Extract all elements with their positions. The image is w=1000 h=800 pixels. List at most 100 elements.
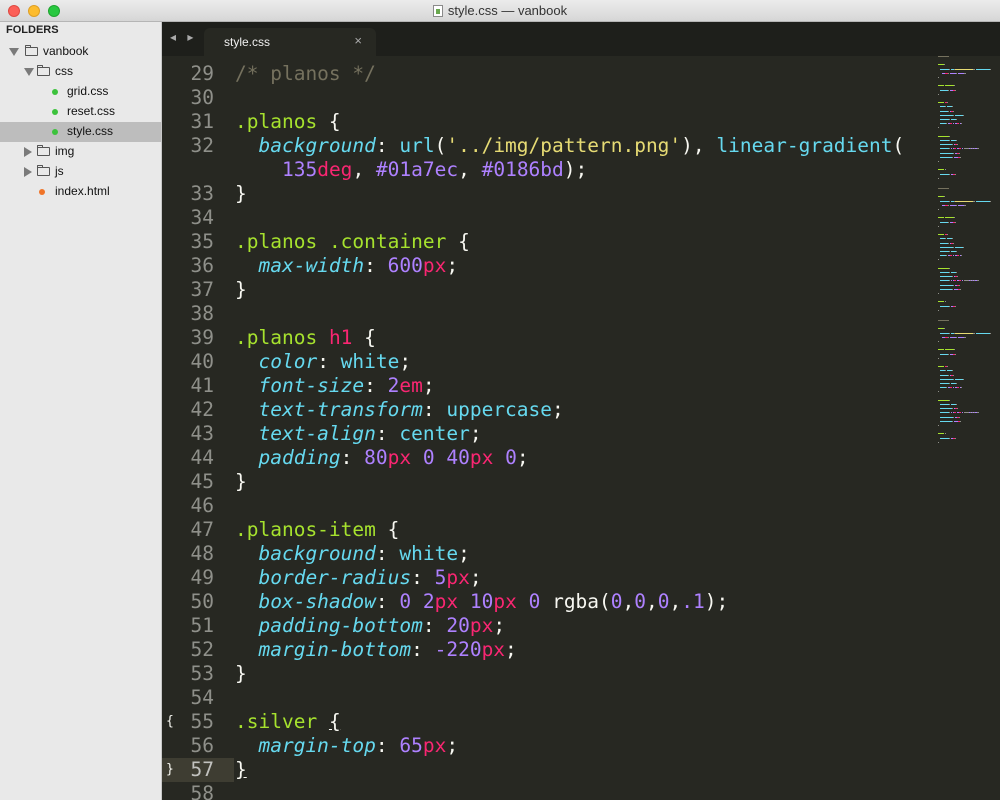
line-number-text: 49 <box>190 566 214 589</box>
code-token: .planos <box>235 326 318 349</box>
sidebar-item-vanbook[interactable]: vanbook <box>0 42 161 62</box>
code-token: : <box>317 350 341 373</box>
code-line[interactable]: } <box>235 758 247 782</box>
minimap-mark <box>952 420 953 422</box>
sidebar-item-css[interactable]: css <box>0 62 161 82</box>
code-line[interactable]: /* planos */ <box>235 62 376 86</box>
minimap-mark <box>938 441 939 443</box>
minimap-mark <box>948 221 949 223</box>
chevron-right-icon[interactable] <box>24 147 32 157</box>
code-line[interactable]: border-radius: 5px; <box>235 566 482 590</box>
sidebar-item-img[interactable]: img <box>0 142 161 162</box>
line-number-text: 35 <box>190 230 214 253</box>
code-token: .planos-item <box>235 518 376 541</box>
fold-marker-icon[interactable]: } <box>166 758 174 782</box>
code-line[interactable]: .planos h1 { <box>235 326 376 350</box>
code-line[interactable]: max-width: 600px; <box>235 254 458 278</box>
chevron-down-icon[interactable] <box>9 48 19 56</box>
minimap-mark <box>952 106 953 108</box>
code-line[interactable]: .planos .container { <box>235 230 470 254</box>
code-line[interactable]: 135deg, #01a7ec, #0186bd); <box>235 158 587 182</box>
tab-style-css[interactable]: style.css × <box>204 28 376 56</box>
code-token: 40 <box>446 446 470 469</box>
sidebar-item-grid-css[interactable]: grid.css <box>0 82 161 102</box>
line-number-text: 48 <box>190 542 214 565</box>
code-token: { <box>328 710 341 733</box>
line-number: 53 <box>162 662 222 686</box>
minimap-mark <box>976 68 990 70</box>
minimap-mark <box>940 305 949 307</box>
code-line[interactable]: .planos-item { <box>235 518 399 542</box>
code-token: px <box>422 734 447 757</box>
minimap-mark <box>953 378 954 380</box>
code-token: text-align <box>258 422 376 445</box>
code-line[interactable]: margin-bottom: -220px; <box>235 638 516 662</box>
code-line[interactable]: background: url('../img/pattern.png'), l… <box>235 134 904 158</box>
line-number-text: 40 <box>190 350 214 373</box>
code-line[interactable]: } <box>235 278 247 302</box>
code-line[interactable]: background: white; <box>235 542 469 566</box>
code-line[interactable]: .planos { <box>235 110 341 134</box>
tab-label: style.css <box>224 35 271 49</box>
code-line[interactable]: } <box>235 662 247 686</box>
code-token: 600 <box>387 254 423 277</box>
minimap-mark <box>952 156 953 158</box>
minimap-mark <box>949 148 950 150</box>
tab-nav-arrows[interactable]: ◂ ▸ <box>170 30 197 44</box>
sidebar-item-index-html[interactable]: index.html <box>0 182 161 202</box>
minimap-mark <box>938 161 939 162</box>
minimap-mark <box>957 123 959 125</box>
code-line[interactable]: margin-top: 65px; <box>235 734 458 758</box>
minimap-mark <box>945 217 954 219</box>
chevron-down-icon[interactable] <box>24 68 34 76</box>
code-token: center <box>399 422 470 445</box>
code-token: ); <box>563 158 588 181</box>
sidebar-item-reset-css[interactable]: reset.css <box>0 102 161 122</box>
code-token: margin-bottom <box>258 638 412 661</box>
minimap-mark <box>955 353 956 355</box>
line-number-text: 33 <box>190 182 214 205</box>
minimap[interactable] <box>934 56 1000 456</box>
minimap-mark <box>949 399 950 401</box>
code-token: , <box>622 590 635 613</box>
fold-marker-icon[interactable]: { <box>166 710 174 734</box>
tab-close-icon[interactable]: × <box>354 33 362 48</box>
line-number <box>162 158 222 182</box>
minimap-mark <box>945 106 946 108</box>
code-line[interactable]: color: white; <box>235 350 411 374</box>
code-line[interactable]: padding-bottom: 20px; <box>235 614 505 638</box>
line-number-text: 34 <box>190 206 214 229</box>
minimap-mark <box>938 267 949 269</box>
code-token: -220 <box>434 638 482 661</box>
code-line[interactable]: padding: 80px 0 40px 0; <box>235 446 528 470</box>
minimap-mark <box>959 280 961 282</box>
sidebar-item-js[interactable]: js <box>0 162 161 182</box>
code-token: 135 <box>281 158 318 181</box>
line-number: 30 <box>162 86 222 110</box>
minimap-mark <box>959 416 960 418</box>
code-line[interactable]: } <box>235 182 247 206</box>
sidebar-item-style-css[interactable]: style.css <box>0 122 161 142</box>
minimap-mark <box>956 204 957 206</box>
minimap-mark <box>940 437 949 439</box>
code-token: , <box>669 590 682 613</box>
code-line[interactable]: font-size: 2em; <box>235 374 434 398</box>
code-line[interactable]: text-align: center; <box>235 422 481 446</box>
code-token: ; <box>469 566 482 589</box>
minimap-mark <box>953 242 954 244</box>
code-line[interactable]: box-shadow: 0 2px 10px 0 rgba(0,0,0,.1); <box>235 590 728 614</box>
line-number: 47 <box>162 518 222 542</box>
code-line[interactable]: text-transform: uppercase; <box>235 398 563 422</box>
chevron-right-icon[interactable] <box>24 167 32 177</box>
code-token: rgba <box>552 590 600 613</box>
line-number-text: 53 <box>190 662 214 685</box>
line-number-text: 36 <box>190 254 214 277</box>
code-editor[interactable]: 29 30 31 32 33 34 35 36 37 38 39 40 41 42 43 44 45 46 47 48… <box>162 56 1000 800</box>
minimap-mark <box>938 349 944 351</box>
code-line[interactable]: } <box>235 470 247 494</box>
code-line[interactable]: .silver { <box>235 710 341 734</box>
